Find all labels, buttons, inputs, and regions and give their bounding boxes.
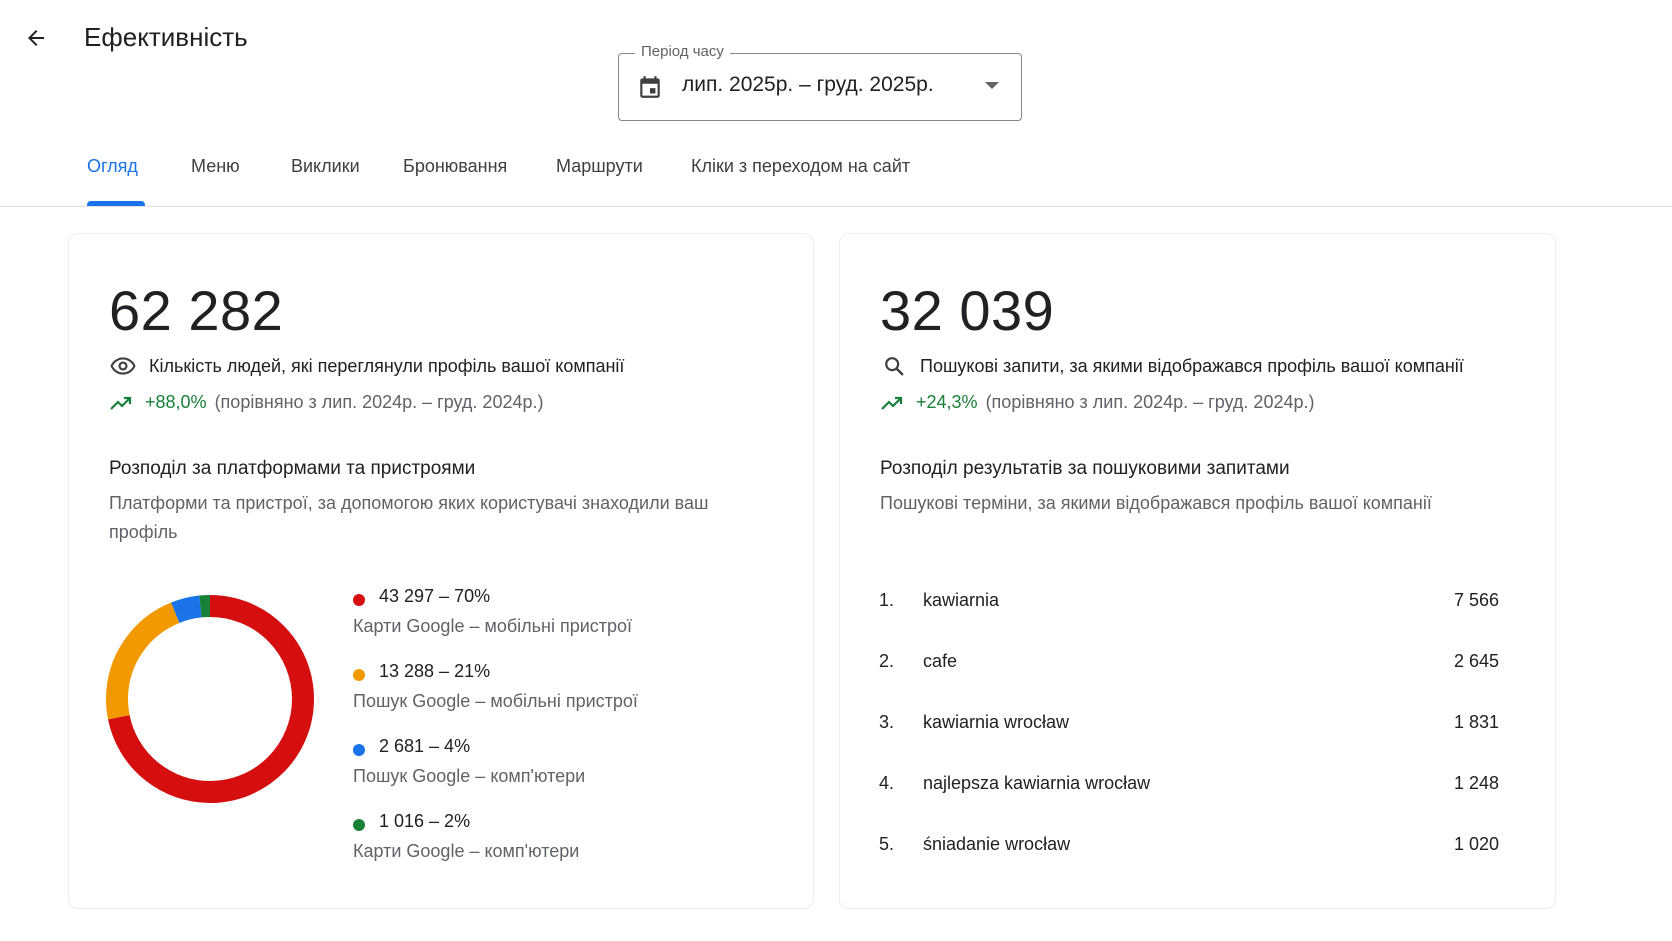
query-breakdown-subtitle: Пошукові терміни, за якими відображався … [880, 493, 1432, 513]
active-tab-indicator [87, 201, 145, 206]
tab-calls[interactable]: Виклики [291, 156, 360, 177]
query-rank: 1. [879, 590, 895, 610]
query-row: 4. najlepsza kawiarnia wrocław 1 248 [879, 773, 1499, 834]
profile-views-total: 62 282 [109, 279, 284, 342]
calendar-icon [640, 76, 660, 98]
query-list: 1. kawiarnia 7 566 2. cafe 2 645 3. kawi… [879, 590, 1499, 895]
legend-label: Карти Google – мобільні пристрої [353, 616, 633, 636]
legend-value: 1 016 – 2% [379, 811, 471, 831]
profile-views-trend: +88,0% (порівняно з лип. 2024р. – груд. … [109, 392, 543, 413]
legend-dot [353, 819, 365, 831]
search-icon [880, 354, 908, 378]
query-row: 2. cafe 2 645 [879, 651, 1499, 712]
period-select[interactable]: Період часу лип. 2025р. – груд. 2025р. [618, 43, 1022, 121]
trend-percentage: +24,3% [916, 392, 978, 412]
legend-dot [353, 594, 365, 606]
trending-up-icon [110, 396, 132, 410]
period-label: Період часу [635, 43, 730, 60]
dropdown-caret-icon [985, 82, 999, 89]
tab-overview[interactable]: Огляд [87, 156, 138, 177]
period-value: лип. 2025р. – груд. 2025р. [682, 73, 934, 96]
trend-comparison: (порівняно з лип. 2024р. – груд. 2024р.) [985, 392, 1315, 412]
legend-value: 13 288 – 21% [379, 661, 491, 681]
search-queries-metric: Пошукові запити, за якими відображався п… [880, 354, 1464, 378]
trend-comparison: (порівняно з лип. 2024р. – груд. 2024р.) [214, 392, 544, 412]
query-term: cafe [923, 651, 958, 671]
legend-label: Пошук Google – мобільні пристрої [353, 691, 638, 711]
query-count: 7 566 [1453, 590, 1499, 610]
query-rank: 2. [879, 651, 895, 671]
query-row: 3. kawiarnia wrocław 1 831 [879, 712, 1499, 773]
platform-donut-chart [106, 595, 314, 803]
trending-up-icon [881, 396, 903, 410]
legend-value: 43 297 – 70% [379, 586, 491, 606]
profile-views-card: 62 282 Кількість людей, які переглянули … [68, 233, 814, 909]
query-term: śniadanie wrocław [923, 834, 1071, 854]
tab-menu[interactable]: Меню [191, 156, 240, 177]
legend-dot [353, 744, 365, 756]
query-rank: 3. [879, 712, 895, 732]
eye-icon [109, 354, 137, 378]
search-queries-total: 32 039 [880, 279, 1055, 342]
legend-label: Пошук Google – комп'ютери [353, 766, 586, 786]
page-title: Ефективність [84, 22, 248, 52]
back-button[interactable] [18, 20, 54, 56]
arrow-back-icon [28, 30, 44, 46]
query-term: kawiarnia wrocław [923, 712, 1070, 732]
tab-website-clicks[interactable]: Кліки з переходом на сайт [691, 156, 910, 177]
tab-directions[interactable]: Маршрути [556, 156, 643, 177]
search-queries-trend: +24,3% (порівняно з лип. 2024р. – груд. … [880, 392, 1314, 413]
query-count: 1 020 [1453, 834, 1499, 854]
legend-dot [353, 669, 365, 681]
tab-bookings[interactable]: Бронювання [403, 156, 507, 177]
legend-label: Карти Google – комп'ютери [353, 841, 580, 861]
search-queries-card: 32 039 Пошукові запити, за якими відобра… [839, 233, 1556, 909]
query-rank: 4. [879, 773, 895, 793]
search-queries-label: Пошукові запити, за якими відображався п… [920, 355, 1464, 376]
profile-views-metric: Кількість людей, які переглянули профіль… [109, 354, 624, 378]
query-term: najlepsza kawiarnia wrocław [923, 773, 1151, 793]
query-count: 1 248 [1453, 773, 1499, 793]
query-count: 1 831 [1453, 712, 1499, 732]
platform-breakdown-subtitle: Платформи та пристрої, за допомогою яких… [109, 493, 709, 542]
query-breakdown-title: Розподіл результатів за пошуковими запит… [880, 458, 1290, 479]
query-row: 5. śniadanie wrocław 1 020 [879, 834, 1499, 895]
tab-bar: Огляд Меню Виклики Бронювання Маршрути К… [0, 140, 1672, 207]
query-count: 2 645 [1453, 651, 1499, 671]
profile-views-label: Кількість людей, які переглянули профіль… [149, 355, 625, 376]
query-term: kawiarnia [923, 590, 1000, 610]
query-row: 1. kawiarnia 7 566 [879, 590, 1499, 651]
trend-percentage: +88,0% [145, 392, 207, 412]
legend-value: 2 681 – 4% [379, 736, 471, 756]
platform-breakdown-title: Розподіл за платформами та пристроями [109, 458, 476, 479]
query-rank: 5. [879, 834, 895, 854]
